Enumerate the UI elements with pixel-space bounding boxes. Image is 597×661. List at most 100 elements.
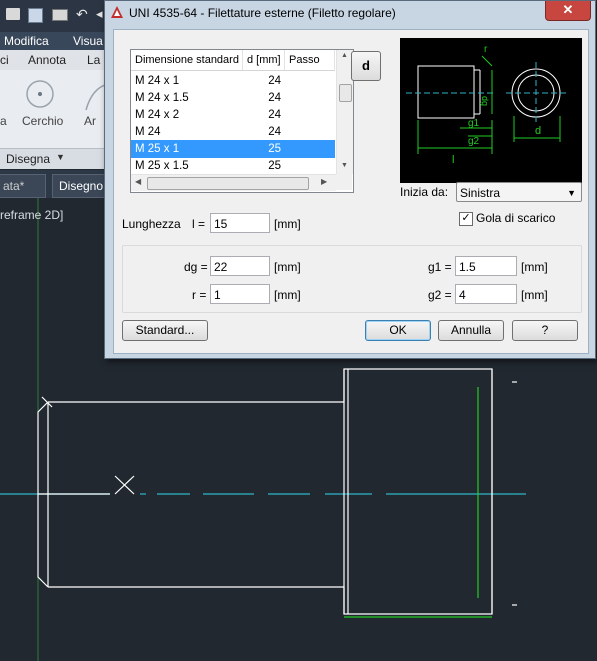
ribbon-panel: a Cerchio Ar — [0, 70, 110, 148]
list-item-diameter: 24 — [268, 126, 281, 138]
inizia-da-value: Sinistra — [460, 186, 501, 200]
qat-folder-icon[interactable] — [6, 8, 20, 20]
dg-input[interactable]: 22 — [210, 256, 270, 276]
viewport-style-label[interactable]: reframe 2D] — [0, 208, 63, 222]
chevron-down-icon: ▼ — [567, 188, 576, 198]
lunghezza-symbol: l = — [192, 217, 206, 231]
thread-lines — [344, 387, 492, 618]
qat-undo-icon[interactable]: ↶ — [76, 6, 88, 23]
scroll-right-icon[interactable]: ▶ — [321, 177, 327, 186]
lunghezza-unit: [mm] — [274, 217, 301, 231]
list-item-diameter: 24 — [268, 109, 281, 121]
screw-geometry — [37, 368, 517, 615]
annulla-button[interactable]: Annulla — [438, 320, 504, 341]
g2-input[interactable]: 4 — [455, 284, 517, 304]
dimension-pick-button[interactable]: d — [351, 51, 381, 81]
list-item-dimension: M 25 x 1 — [135, 143, 180, 155]
ribbon-tab-annota[interactable]: Annota — [28, 53, 66, 67]
dg-unit: [mm] — [274, 260, 301, 274]
r-label: r = — [192, 288, 207, 302]
inizia-da-select[interactable]: Sinistra ▼ — [456, 182, 582, 202]
dialog-titlebar[interactable]: UNI 4535-64 - Filettature esterne (Filet… — [105, 1, 595, 25]
column-header-d[interactable]: d [mm] — [243, 50, 285, 70]
gola-checkbox[interactable]: ✓ — [459, 212, 473, 226]
g1-input[interactable]: 1.5 — [455, 256, 517, 276]
list-item-diameter: 24 — [268, 92, 281, 104]
list-item[interactable]: M 24 x 2 24 — [131, 106, 335, 124]
dg-label: dg = — [184, 260, 208, 274]
menubar: Modifica Visua — [0, 32, 110, 50]
doc-tab-1[interactable]: ata* — [0, 174, 46, 198]
horizontal-scrollbar[interactable]: ◀ ▶ — [131, 174, 336, 191]
scroll-up-icon[interactable]: ▲ — [341, 52, 348, 59]
list-item-dimension: M 24 x 1.5 — [135, 92, 189, 104]
checkmark-icon: ✓ — [461, 212, 471, 224]
list-item-diameter: 25 — [268, 160, 281, 172]
g1-label: g1 = — [428, 260, 452, 274]
list-header: Dimensione standard d [mm] Passo — [131, 50, 335, 71]
preview-label-g1: g1 — [468, 118, 480, 129]
scroll-thumb[interactable] — [339, 84, 352, 102]
list-item-diameter: 24 — [268, 75, 281, 87]
tool-label-arco[interactable]: Ar — [84, 114, 96, 128]
scroll-corner — [336, 174, 352, 190]
menu-modifica[interactable]: Modifica — [4, 34, 49, 48]
preview-label-dg: dg — [480, 96, 490, 106]
list-item-dimension: M 25 x 1.5 — [135, 160, 189, 172]
help-button[interactable]: ? — [512, 320, 578, 341]
preview-label-g2: g2 — [468, 136, 480, 147]
thread-preview-image: r dg g1 g2 d l — [400, 38, 582, 183]
ribbon-tab-1[interactable]: ci — [0, 53, 9, 67]
r-input[interactable]: 1 — [210, 284, 270, 304]
ribbon-tab-layout[interactable]: La — [87, 53, 100, 67]
list-item-dimension: M 24 — [135, 126, 161, 138]
gola-label[interactable]: Gola di scarico — [476, 211, 555, 225]
g2-unit: [mm] — [521, 288, 548, 302]
panel-title-disegna: Disegna — [6, 152, 51, 166]
tool-label-left[interactable]: a — [0, 114, 7, 128]
inizia-da-label: Inizia da: — [400, 185, 449, 199]
list-item-dimension: M 24 x 2 — [135, 109, 180, 121]
cursor-cross-icon — [114, 475, 135, 495]
thread-dialog: UNI 4535-64 - Filettature esterne (Filet… — [104, 0, 596, 359]
ok-button[interactable]: OK — [365, 320, 431, 341]
menu-visualizza[interactable]: Visua — [73, 34, 103, 48]
list-item[interactable]: M 25 x 1.5 25 — [131, 157, 335, 175]
list-item[interactable]: M 25 x 1 25 — [131, 140, 335, 158]
qat-print-icon[interactable] — [52, 9, 68, 21]
column-header-dimensione[interactable]: Dimensione standard — [131, 50, 243, 70]
tool-label-cerchio[interactable]: Cerchio — [22, 114, 63, 128]
r-unit: [mm] — [274, 288, 301, 302]
list-item[interactable]: M 24 24 — [131, 123, 335, 141]
preview-label-r: r — [484, 44, 488, 55]
g2-label: g2 = — [428, 288, 452, 302]
close-button[interactable]: ✕ — [545, 1, 591, 21]
qat-back-icon[interactable]: ◂ — [96, 6, 103, 22]
ribbon-tabs: ci Annota La — [0, 50, 110, 71]
thread-size-list[interactable]: Dimensione standard d [mm] Passo M 24 x … — [130, 49, 354, 193]
g1-unit: [mm] — [521, 260, 548, 274]
lunghezza-input[interactable]: 15 — [210, 213, 270, 233]
standard-button[interactable]: Standard... — [122, 320, 208, 341]
autocad-logo-icon — [111, 6, 123, 18]
scroll-left-icon[interactable]: ◀ — [135, 177, 141, 186]
document-tabs: ata* Disegno — [0, 170, 116, 198]
list-item[interactable]: M 24 x 1 24 — [131, 72, 335, 90]
lunghezza-label: Lunghezza — [122, 217, 181, 231]
d-button-label: d — [362, 58, 370, 73]
list-item-diameter: 25 — [268, 143, 281, 155]
ribbon-panel-footer[interactable]: Disegna ▼ — [0, 148, 110, 169]
chevron-down-icon: ▼ — [56, 152, 65, 162]
dialog-title: UNI 4535-64 - Filettature esterne (Filet… — [129, 6, 396, 20]
qat-save-icon[interactable] — [28, 8, 43, 23]
quick-access-toolbar: ↶ ◂ — [0, 0, 110, 32]
hscroll-thumb[interactable] — [147, 177, 309, 190]
circle-tool-icon[interactable] — [24, 78, 56, 110]
list-item-dimension: M 24 x 1 — [135, 75, 180, 87]
list-item[interactable]: M 24 x 1.5 24 — [131, 89, 335, 107]
preview-label-d: d — [535, 125, 541, 137]
scroll-down-icon[interactable]: ▼ — [341, 162, 348, 169]
column-header-passo[interactable]: Passo — [285, 50, 335, 70]
dialog-client-area: Dimensione standard d [mm] Passo M 24 x … — [113, 29, 589, 354]
preview-label-l: l — [452, 154, 454, 166]
